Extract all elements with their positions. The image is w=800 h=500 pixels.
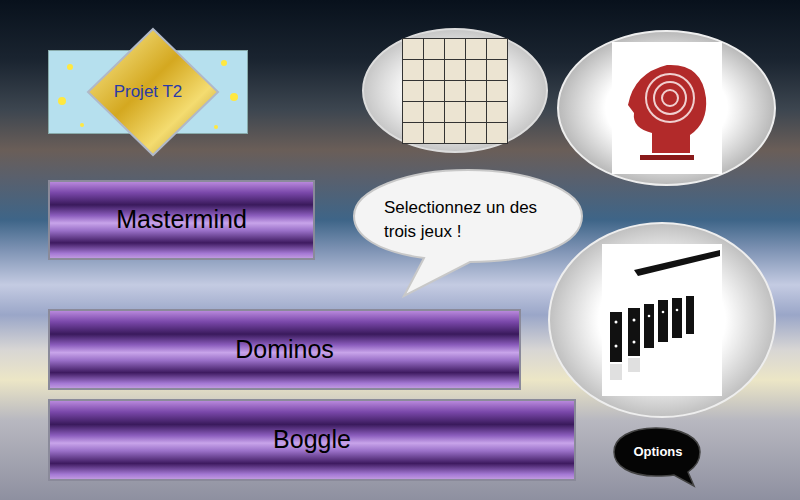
menu-button[interactable]: Mastermind — [48, 180, 315, 260]
menu-button-label: Boggle — [273, 424, 351, 455]
boggle-picture[interactable] — [362, 28, 548, 153]
mastermind-picture[interactable] — [557, 30, 776, 186]
speech-bubble: Selectionnez un des trois jeux ! — [384, 196, 556, 244]
menu-button-label: Mastermind — [116, 204, 247, 235]
dominos-icon — [604, 250, 720, 390]
dominos-picture[interactable] — [548, 222, 776, 418]
logo-text: Projet T2 — [114, 81, 183, 102]
boggle-tiles-icon — [402, 38, 508, 144]
menu-button[interactable]: Dominos — [48, 309, 521, 390]
bubble-text: Selectionnez un des trois jeux ! — [384, 196, 556, 244]
options-button[interactable]: Options — [633, 442, 682, 462]
head-icon — [622, 53, 712, 163]
menu-screen: Projet T2 Mastermind Dominos Boggle — [0, 0, 800, 500]
menu-button-label: Dominos — [235, 334, 334, 365]
menu-button[interactable]: Boggle — [48, 399, 576, 481]
logo: Projet T2 — [48, 27, 248, 157]
